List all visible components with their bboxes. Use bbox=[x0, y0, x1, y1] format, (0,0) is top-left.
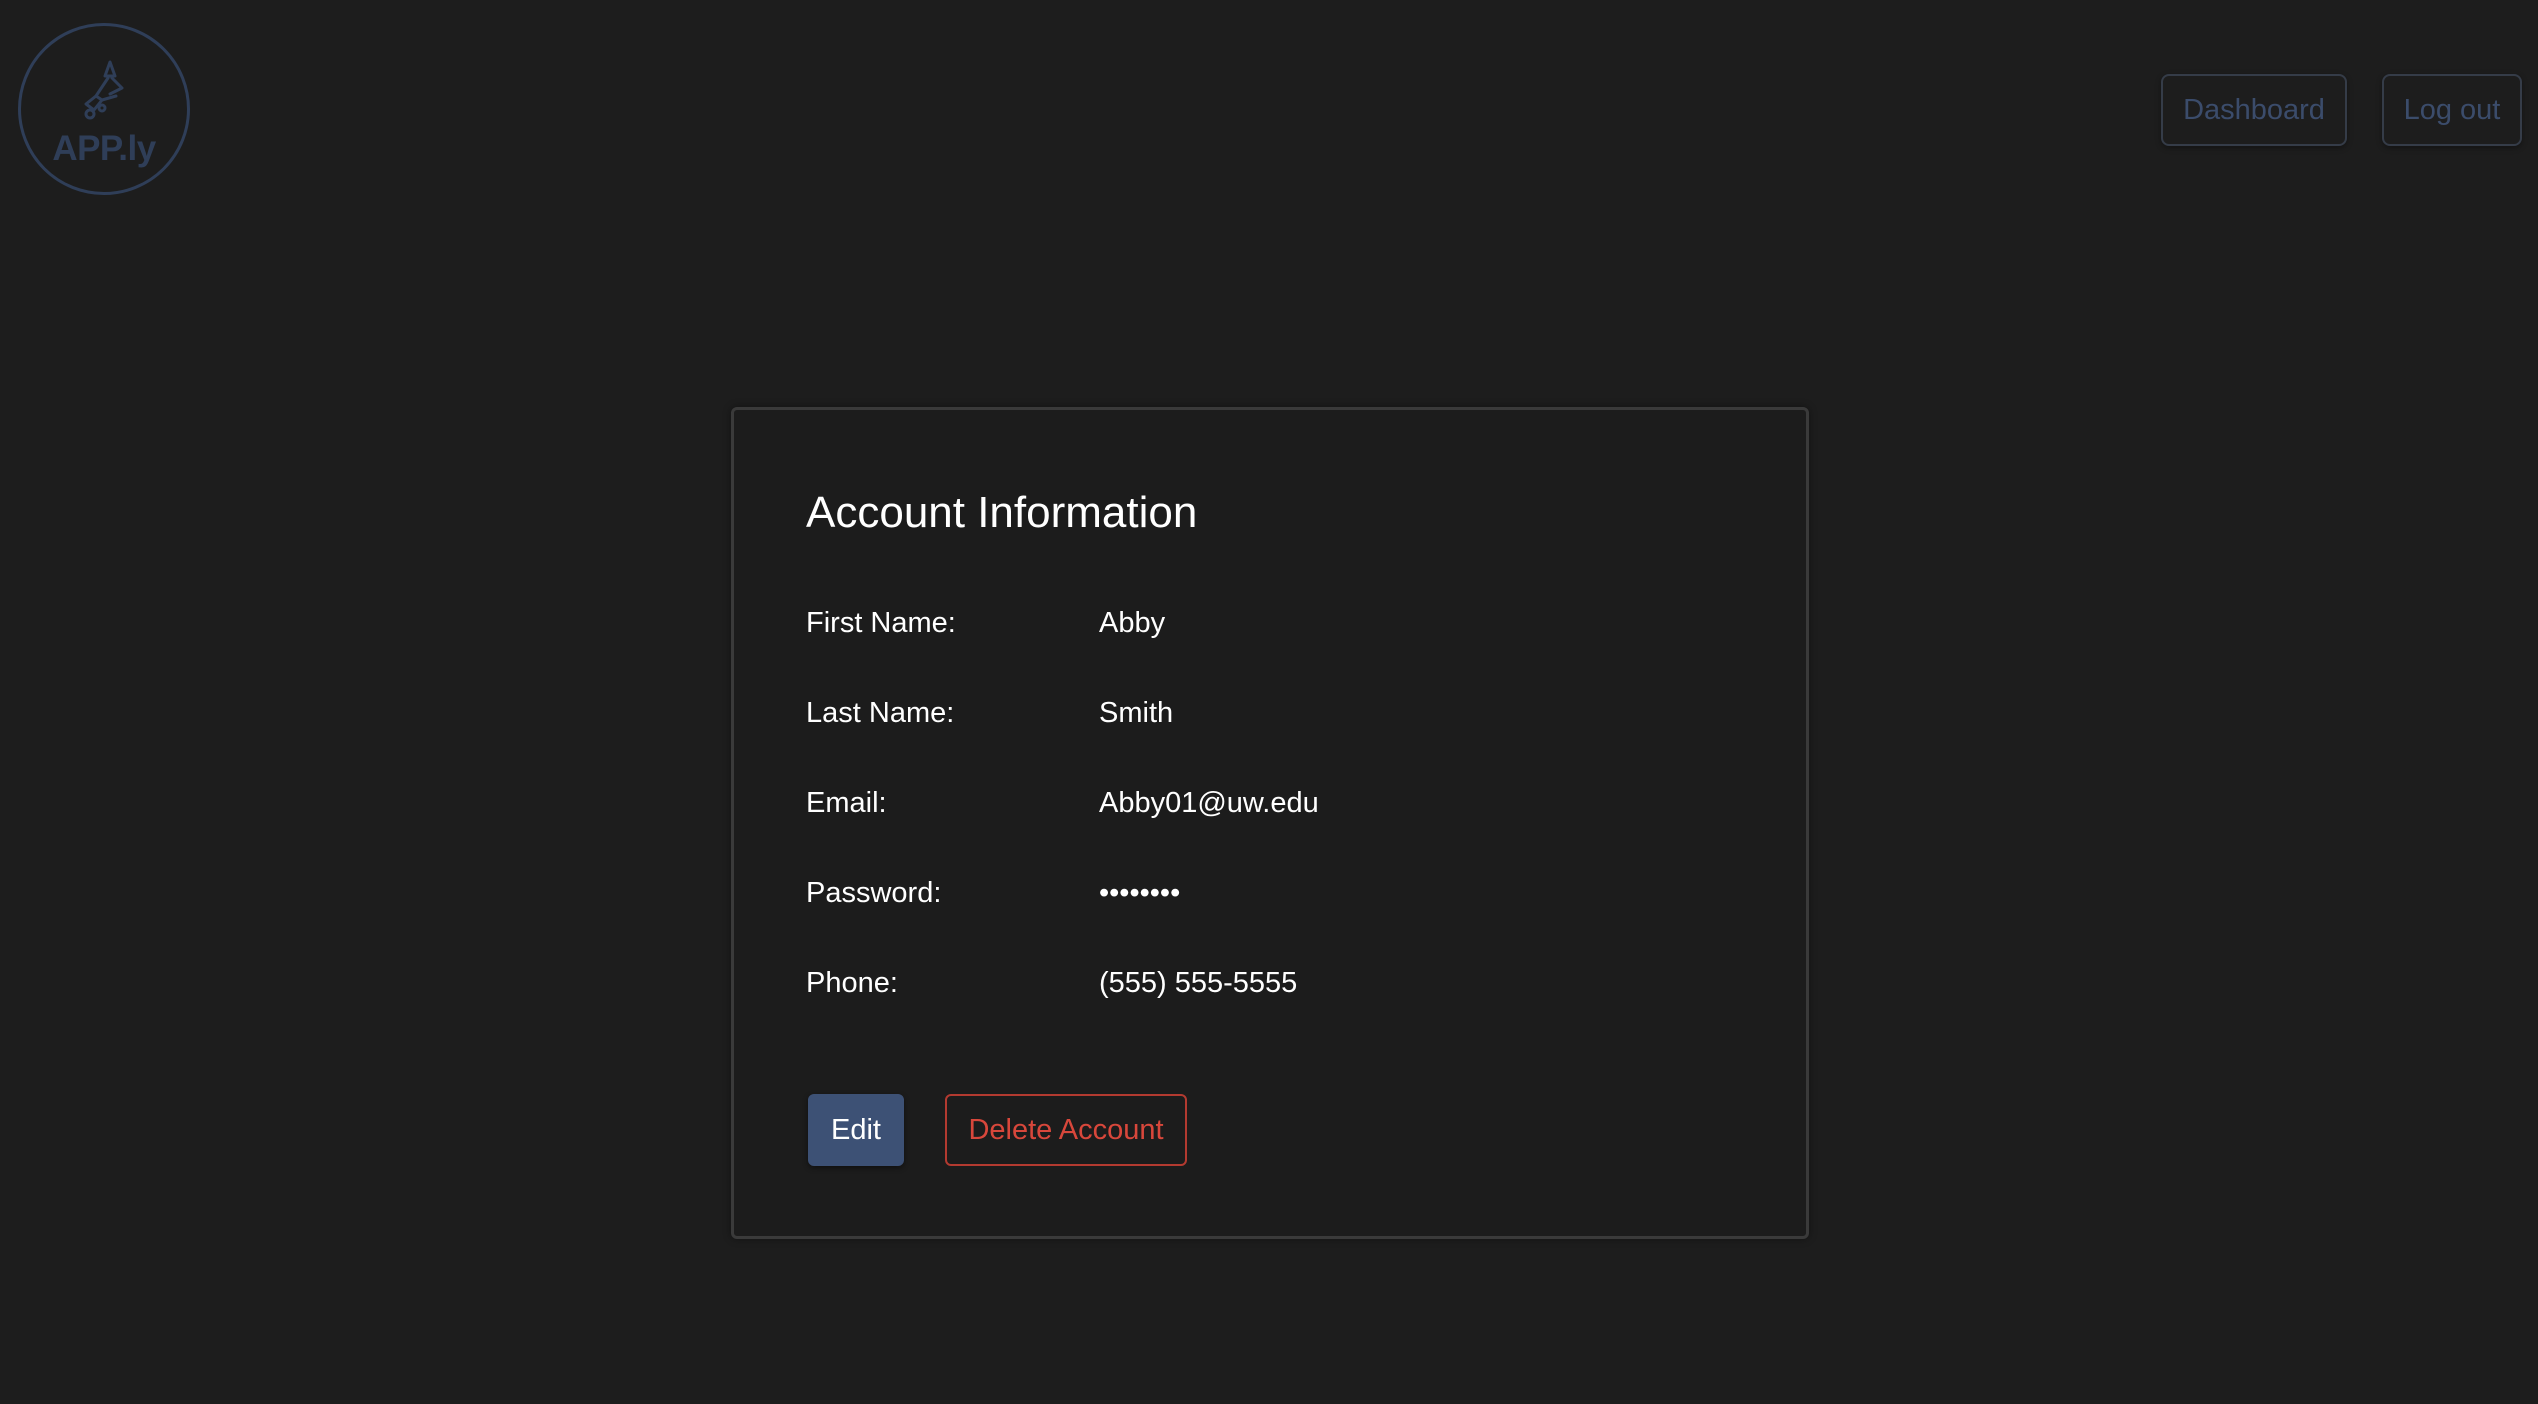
email-label: Email: bbox=[806, 786, 887, 819]
password-value: •••••••• bbox=[1099, 876, 1181, 909]
email-value: Abby01@uw.edu bbox=[1099, 786, 1319, 819]
edit-button[interactable]: Edit bbox=[808, 1094, 904, 1166]
phone-row: Phone: (555) 555-5555 bbox=[806, 963, 1297, 1003]
dashboard-button[interactable]: Dashboard bbox=[2161, 74, 2347, 146]
logout-button[interactable]: Log out bbox=[2382, 74, 2522, 146]
phone-label: Phone: bbox=[806, 966, 898, 999]
email-row: Email: Abby01@uw.edu bbox=[806, 783, 1319, 823]
app-logo[interactable]: APP.ly bbox=[18, 23, 190, 195]
last-name-value: Smith bbox=[1099, 696, 1174, 729]
password-row: Password: •••••••• bbox=[806, 873, 1180, 913]
account-card: Account Information First Name: Abby Las… bbox=[731, 407, 1809, 1239]
first-name-label: First Name: bbox=[806, 606, 956, 639]
account-page: APP.ly Dashboard Log out Account Informa… bbox=[0, 0, 2538, 1404]
delete-account-button[interactable]: Delete Account bbox=[945, 1094, 1187, 1166]
logo-text: APP.ly bbox=[52, 128, 156, 168]
first-name-row: First Name: Abby bbox=[806, 603, 1165, 643]
music-note-icon bbox=[72, 56, 136, 127]
last-name-label: Last Name: bbox=[806, 696, 955, 729]
first-name-value: Abby bbox=[1099, 606, 1166, 639]
phone-value: (555) 555-5555 bbox=[1099, 966, 1298, 999]
last-name-row: Last Name: Smith bbox=[806, 693, 1173, 733]
page-title: Account Information bbox=[806, 488, 1198, 537]
password-label: Password: bbox=[806, 876, 942, 909]
